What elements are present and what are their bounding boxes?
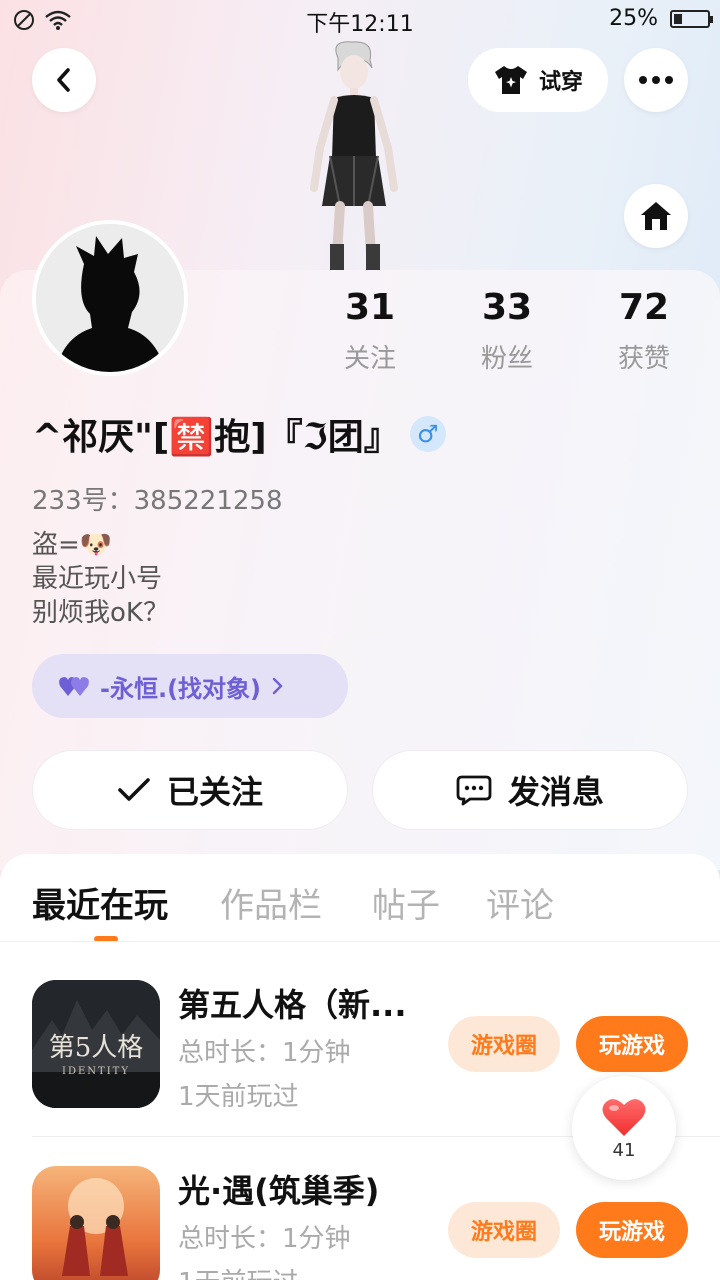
stat-fans[interactable]: 33 粉丝 <box>447 284 567 375</box>
like-count: 41 <box>612 1139 636 1161</box>
game-circle-button[interactable]: 游戏圈 <box>448 1016 560 1072</box>
character-avatar-figure <box>310 41 398 272</box>
send-message-label: 发消息 <box>507 773 604 811</box>
try-on-label: 试穿 <box>538 70 583 95</box>
tab-comments[interactable]: 评论 <box>486 878 554 927</box>
game-name: 光·遇(筑巢季) <box>178 1172 380 1210</box>
game-last-played: 1天前玩过 <box>178 1262 299 1280</box>
male-gender-icon: ♂ <box>409 416 446 452</box>
tab-posts[interactable]: 帖子 <box>372 878 440 927</box>
stat-following-label: 关注 <box>343 344 396 374</box>
game-cover-image: 第5人格 IDENTITY <box>32 980 160 1108</box>
game-cover-subtitle: IDENTITY <box>62 1066 130 1077</box>
game-circle-button[interactable]: 游戏圈 <box>448 1202 560 1258</box>
game-icon-sky[interactable] <box>32 1166 160 1280</box>
game-duration: 总时长：1分钟 <box>178 1224 351 1254</box>
play-game-button[interactable]: 玩游戏 <box>576 1202 688 1258</box>
nickname-row: ^祁厌"⁥[🈲抱]『ℑ团』 ♂ <box>32 408 446 460</box>
stat-fans-label: 粉丝 <box>480 344 533 374</box>
stat-following[interactable]: 31 关注 <box>310 284 430 375</box>
stat-likes-label: 获赞 <box>617 344 670 374</box>
game-duration: 总时长：1分钟 <box>178 1038 351 1068</box>
play-game-button[interactable]: 玩游戏 <box>576 1016 688 1072</box>
relationship-pill[interactable]: ⁥-永恒.(找对象) <box>32 654 348 718</box>
game-cover-title: 第5人格 <box>49 1033 144 1063</box>
bio-line: 最近玩小号 <box>32 564 163 594</box>
battery-icon <box>670 9 713 28</box>
like-float-button[interactable]: 41 <box>572 1076 676 1180</box>
more-dots-icon <box>639 76 673 84</box>
game-last-played: 1天前玩过 <box>178 1082 299 1112</box>
bio: 盗=🐶 最近玩小号 别烦我oK？ <box>32 528 169 630</box>
home-icon <box>641 202 671 230</box>
stat-fans-value: 33 <box>481 287 533 328</box>
heart-icon <box>602 1098 646 1136</box>
tab-works[interactable]: 作品栏 <box>220 878 322 927</box>
avatar[interactable] <box>32 220 188 376</box>
user-id: 233号：385221258 <box>32 486 283 516</box>
stat-likes[interactable]: 72 获赞 <box>584 284 704 375</box>
chat-bubble-icon <box>456 775 492 806</box>
game-name: 第五人格（新... <box>178 986 407 1024</box>
relationship-label: ⁥-永恒.(找对象) <box>100 674 262 703</box>
status-bar: 下午12:11 25% <box>0 0 720 40</box>
chevron-left-icon <box>57 68 70 92</box>
divider <box>0 941 720 942</box>
tab-recently-played[interactable]: 最近在玩 <box>32 878 168 927</box>
battery-percent: 25% <box>609 6 658 31</box>
send-message-button[interactable]: 发消息 <box>372 750 688 830</box>
bio-line: 别烦我oK？ <box>32 598 169 628</box>
game-icon-identity-v[interactable]: 第5人格 IDENTITY <box>32 980 160 1108</box>
silhouette-avatar-image <box>36 224 184 372</box>
more-button[interactable] <box>624 48 688 112</box>
back-button[interactable] <box>32 48 96 112</box>
try-on-button[interactable]: 试穿 <box>468 48 608 112</box>
following-button[interactable]: 已关注 <box>32 750 348 830</box>
game-cover-image <box>32 1166 160 1280</box>
home-button[interactable] <box>624 184 688 248</box>
stat-likes-value: 72 <box>618 287 670 328</box>
chevron-right-icon <box>272 677 283 695</box>
checkmark-icon <box>118 778 150 801</box>
stat-following-value: 31 <box>344 287 396 328</box>
bio-line: 盗=🐶 <box>32 530 113 560</box>
tshirt-icon <box>494 66 527 94</box>
double-heart-icon <box>59 677 89 696</box>
nickname: ^祁厌"⁥[🈲抱]『ℑ团』 <box>32 417 400 458</box>
following-label: 已关注 <box>166 773 263 811</box>
